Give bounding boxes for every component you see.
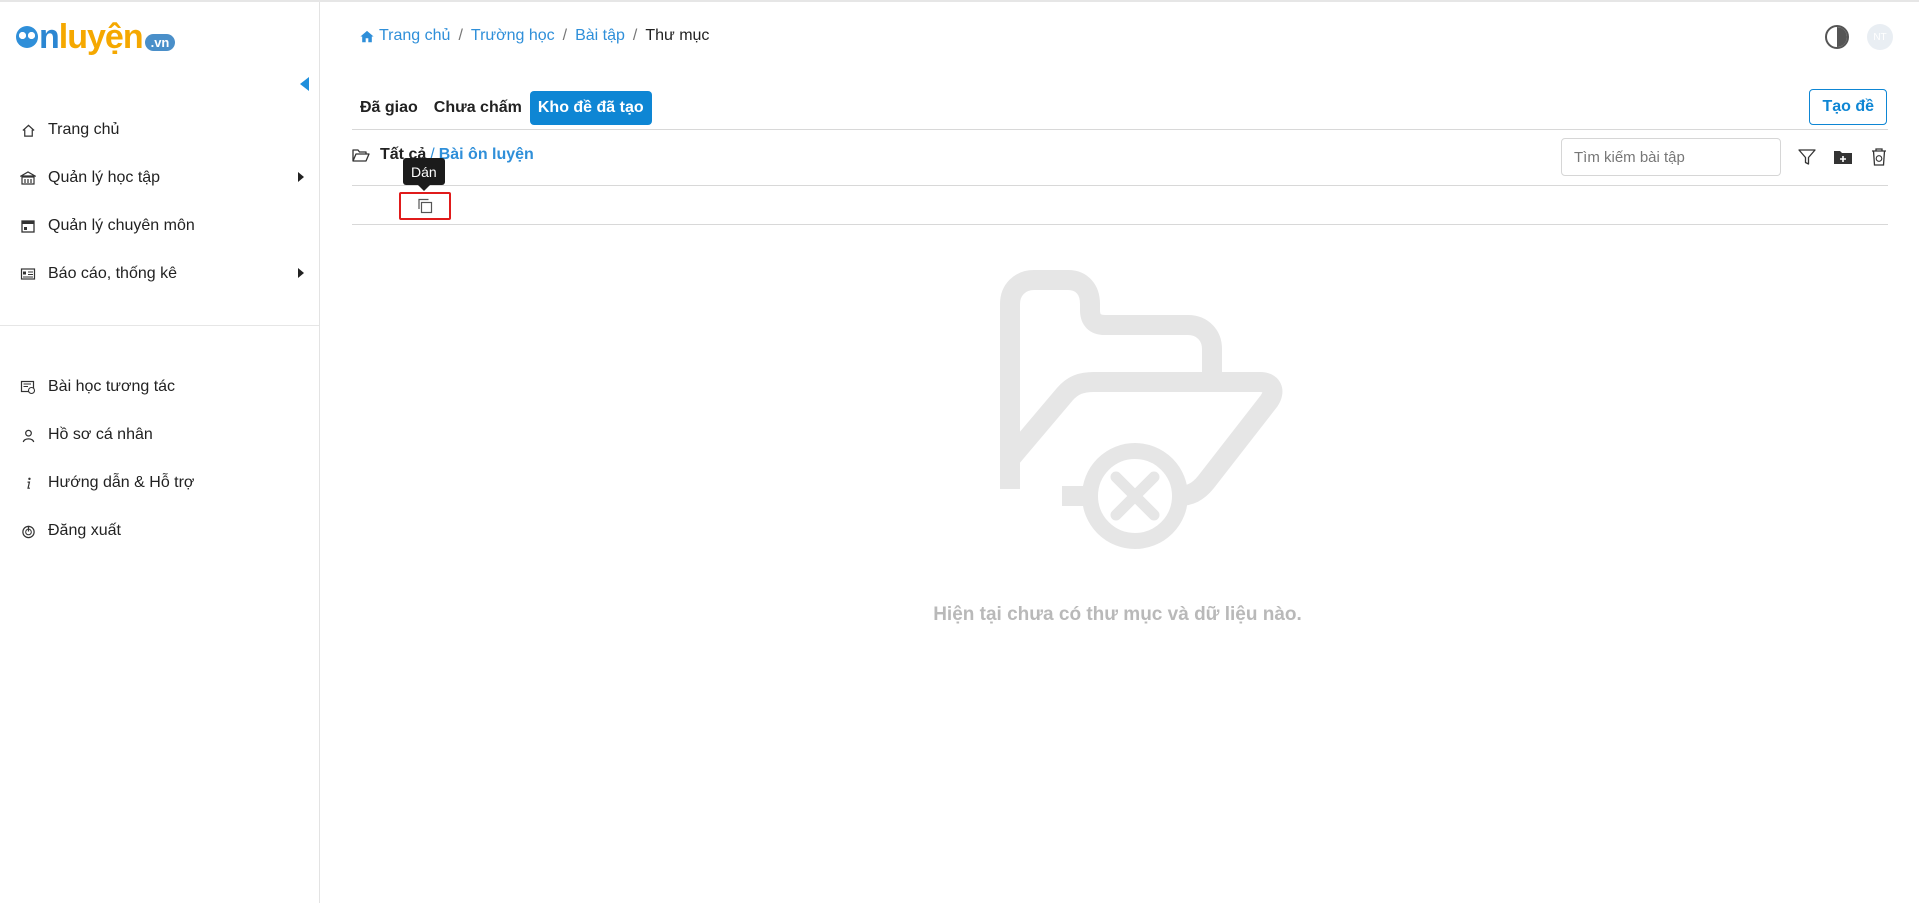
- empty-folder-icon: [950, 254, 1290, 554]
- folder-open-icon: [352, 148, 370, 163]
- school-icon: [20, 170, 36, 186]
- paste-tooltip: Dán: [403, 158, 445, 191]
- sidebar-item-label: Bài học tương tác: [48, 378, 176, 395]
- sidebar-item-label: Đăng xuất: [48, 522, 121, 539]
- sidebar-item-label: Quản lý chuyên môn: [48, 217, 195, 234]
- tab-assigned[interactable]: Đã giao: [352, 91, 426, 125]
- sidebar-collapse-icon[interactable]: [300, 77, 309, 91]
- tab-ungraded[interactable]: Chưa chấm: [426, 91, 530, 125]
- breadcrumb-home[interactable]: Trang chủ: [379, 27, 450, 45]
- sidebar-item-interactive-lessons[interactable]: Bài học tương tác: [0, 363, 319, 411]
- home-icon: [20, 122, 36, 138]
- sidebar-item-label: Hồ sơ cá nhân: [48, 426, 153, 443]
- sidebar-item-reports[interactable]: Báo cáo, thống kê: [0, 250, 319, 298]
- sidebar-item-label: Trang chủ: [48, 121, 120, 138]
- breadcrumb-separator: /: [632, 27, 638, 44]
- sidebar-item-logout[interactable]: Đăng xuất: [0, 507, 319, 555]
- sidebar-secondary-nav: Bài học tương tác Hồ sơ cá nhân Hướng dẫ…: [0, 363, 319, 555]
- logo[interactable]: n luyện .vn: [16, 17, 176, 56]
- sidebar-item-label: Báo cáo, thống kê: [48, 265, 177, 282]
- submenu-caret-icon: [298, 172, 304, 182]
- owl-logo-icon: [16, 26, 38, 48]
- sidebar-item-learning-management[interactable]: Quản lý học tập: [0, 154, 319, 202]
- power-icon: [20, 523, 36, 539]
- search-input[interactable]: [1561, 138, 1781, 176]
- empty-state-message: Hiện tại chưa có thư mục và dữ liệu nào.: [933, 604, 1302, 625]
- sidebar-item-home[interactable]: Trang chủ: [0, 106, 319, 154]
- header-actions: NT: [1825, 24, 1893, 50]
- paste-button[interactable]: [399, 192, 451, 220]
- folder-toolbar: [1796, 146, 1904, 168]
- user-icon: [20, 427, 36, 443]
- logo-suffix: .vn: [144, 33, 176, 51]
- tabs-divider: [352, 129, 1888, 130]
- trash-recycle-icon[interactable]: [1868, 146, 1890, 168]
- interactive-lesson-icon: [20, 379, 36, 395]
- tab-created-exams[interactable]: Kho đề đã tạo: [529, 91, 652, 125]
- breadcrumb-current: Thư mục: [645, 27, 710, 44]
- logo-text-luyen: luyện: [58, 17, 144, 56]
- new-folder-icon[interactable]: [1832, 146, 1854, 168]
- tab-bar: Đã giao Chưa chấm Kho đề đã tạo: [352, 91, 652, 125]
- breadcrumb-separator: /: [458, 27, 463, 44]
- sidebar: n luyện .vn Trang chủ Quản lý học tập Qu…: [0, 2, 320, 903]
- report-icon: [20, 266, 36, 282]
- paste-icon: [416, 197, 434, 215]
- create-exam-button[interactable]: Tạo đề: [1809, 89, 1887, 125]
- breadcrumb: Trang chủ / Trường học / Bài tập / Thư m…: [360, 27, 709, 45]
- contrast-toggle-icon[interactable]: [1825, 25, 1849, 49]
- info-icon: [20, 475, 36, 491]
- breadcrumb-separator: /: [562, 27, 568, 44]
- toolbar-divider: [352, 185, 1888, 186]
- sidebar-item-professional-management[interactable]: Quản lý chuyên môn: [0, 202, 319, 250]
- breadcrumb-school[interactable]: Trường học: [471, 27, 555, 45]
- path-current[interactable]: Bài ôn luyện: [439, 146, 534, 164]
- breadcrumb-home-icon[interactable]: [360, 30, 374, 43]
- sidebar-item-profile[interactable]: Hồ sơ cá nhân: [0, 411, 319, 459]
- breadcrumb-exercises[interactable]: Bài tập: [575, 27, 625, 45]
- submenu-caret-icon: [298, 268, 304, 278]
- avatar[interactable]: NT: [1867, 24, 1893, 50]
- filter-icon[interactable]: [1796, 146, 1818, 168]
- logo-text-n: n: [39, 17, 60, 56]
- sidebar-item-label: Hướng dẫn & Hỗ trợ: [48, 474, 195, 491]
- calendar-icon: [20, 218, 36, 234]
- sidebar-main-nav: Trang chủ Quản lý học tập Quản lý chuyên…: [0, 106, 319, 298]
- sidebar-item-help[interactable]: Hướng dẫn & Hỗ trợ: [0, 459, 319, 507]
- sidebar-divider: [0, 325, 319, 326]
- action-row-divider: [352, 224, 1888, 225]
- sidebar-item-label: Quản lý học tập: [48, 169, 161, 186]
